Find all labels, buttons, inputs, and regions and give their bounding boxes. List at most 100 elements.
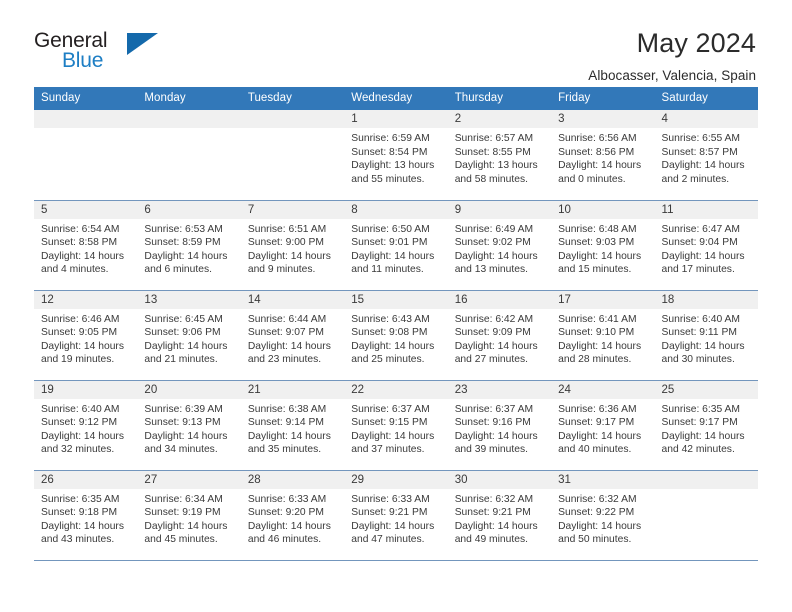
- calendar-day-cell[interactable]: 25 Sunrise: 6:35 AM Sunset: 9:17 PM Dayligh…: [654, 380, 758, 471]
- calendar-day-cell[interactable]: 19 Sunrise: 6:40 AM Sunset: 9:12 PM Dayligh…: [34, 380, 138, 471]
- calendar-day-cell[interactable]: 29 Sunrise: 6:33 AM Sunset: 9:21 PM Dayligh…: [344, 470, 448, 561]
- calendar-day-cell[interactable]: 31 Sunrise: 6:32 AM Sunset: 9:22 PM Dayligh…: [551, 470, 655, 561]
- calendar-day-cell[interactable]: 21 Sunrise: 6:38 AM Sunset: 9:14 PM Dayligh…: [240, 380, 345, 471]
- day-number: 23: [447, 380, 552, 399]
- calendar-day-cell[interactable]: 20 Sunrise: 6:39 AM Sunset: 9:13 PM Dayligh…: [137, 380, 241, 471]
- calendar-day-cell[interactable]: 18 Sunrise: 6:40 AM Sunset: 9:11 PM Dayligh…: [654, 290, 758, 381]
- weekday-header-saturday: Saturday: [654, 87, 758, 110]
- daylight-text-line2: and 46 minutes.: [247, 534, 322, 546]
- day-number: 13: [137, 290, 241, 309]
- calendar-day-cell[interactable]: 7 Sunrise: 6:51 AM Sunset: 9:00 PM Daylight…: [240, 200, 345, 291]
- calendar-day-cell[interactable]: 2 Sunrise: 6:57 AM Sunset: 8:55 PM Daylight…: [447, 110, 552, 201]
- calendar-day-cell[interactable]: 13 Sunrise: 6:45 AM Sunset: 9:06 PM Dayligh…: [137, 290, 241, 381]
- daylight-text-line2: and 13 minutes.: [454, 264, 528, 276]
- calendar-day-cell[interactable]: 5 Sunrise: 6:54 AM Sunset: 8:58 PM Daylight…: [34, 200, 138, 291]
- calendar-day-cell[interactable]: 27 Sunrise: 6:34 AM Sunset: 9:19 PM Dayligh…: [137, 470, 241, 561]
- calendar-day-cell[interactable]: 17 Sunrise: 6:41 AM Sunset: 9:10 PM Dayligh…: [551, 290, 655, 381]
- day-details: Sunrise: 6:55 AM Sunset: 8:57 PM Daylight:…: [655, 128, 758, 186]
- calendar-day-cell[interactable]: 10 Sunrise: 6:48 AM Sunset: 9:03 PM Dayligh…: [551, 200, 655, 291]
- calendar-day-cell[interactable]: 6 Sunrise: 6:53 AM Sunset: 8:59 PM Daylight…: [137, 200, 241, 291]
- calendar-week-row: 26 Sunrise: 6:35 AM Sunset: 9:18 PM Dayligh…: [34, 470, 758, 561]
- day-number: 19: [34, 380, 138, 399]
- sunset-text: Sunset: 8:56 PM: [558, 146, 635, 158]
- daylight-text-line2: and 27 minutes.: [454, 354, 528, 366]
- calendar-day-cell[interactable]: 23 Sunrise: 6:37 AM Sunset: 9:16 PM Dayligh…: [447, 380, 552, 471]
- calendar-day-cell[interactable]: 1 Sunrise: 6:59 AM Sunset: 8:54 PM Daylight…: [344, 110, 448, 201]
- brand-name-blue: Blue: [62, 49, 104, 72]
- calendar-day-cell[interactable]: 28 Sunrise: 6:33 AM Sunset: 9:20 PM Dayligh…: [240, 470, 345, 561]
- sunset-text: Sunset: 9:19 PM: [144, 507, 221, 519]
- calendar-week-row: 1 Sunrise: 6:59 AM Sunset: 8:54 PM Daylight…: [34, 110, 758, 201]
- day-number: 26: [34, 470, 138, 489]
- calendar-day-cell[interactable]: 16 Sunrise: 6:42 AM Sunset: 9:09 PM Dayligh…: [447, 290, 552, 381]
- day-details: Sunrise: 6:49 AM Sunset: 9:02 PM Daylight:…: [448, 219, 551, 277]
- calendar-day-cell[interactable]: 8 Sunrise: 6:50 AM Sunset: 9:01 PM Daylight…: [344, 200, 448, 291]
- sunrise-text: Sunrise: 6:42 AM: [454, 313, 534, 325]
- sunset-text: Sunset: 9:18 PM: [41, 507, 118, 519]
- daylight-text-line1: Daylight: 14 hours: [454, 520, 538, 532]
- daylight-text-line2: and 49 minutes.: [454, 534, 528, 546]
- calendar-day-cell[interactable]: 9 Sunrise: 6:49 AM Sunset: 9:02 PM Daylight…: [447, 200, 552, 291]
- calendar-day-cell[interactable]: 11 Sunrise: 6:47 AM Sunset: 9:04 PM Dayligh…: [654, 200, 758, 291]
- sunset-text: Sunset: 9:13 PM: [144, 417, 221, 429]
- weekday-header-sunday: Sunday: [34, 87, 138, 110]
- daylight-text-line1: Daylight: 14 hours: [661, 250, 745, 262]
- daylight-text-line2: and 28 minutes.: [558, 354, 632, 366]
- daylight-text-line2: and 23 minutes.: [247, 354, 322, 366]
- daylight-text-line2: and 19 minutes.: [41, 354, 115, 366]
- calendar-day-cell[interactable]: 15 Sunrise: 6:43 AM Sunset: 9:08 PM Dayligh…: [344, 290, 448, 381]
- daylight-text-line1: Daylight: 14 hours: [351, 250, 435, 262]
- daylight-text-line2: and 37 minutes.: [351, 444, 425, 456]
- daylight-text-line1: Daylight: 14 hours: [558, 430, 642, 442]
- calendar-day-cell[interactable]: 3 Sunrise: 6:56 AM Sunset: 8:56 PM Daylight…: [551, 110, 655, 201]
- day-details: Sunrise: 6:37 AM Sunset: 9:15 PM Daylight:…: [344, 399, 447, 457]
- calendar-day-cell[interactable]: 30 Sunrise: 6:32 AM Sunset: 9:21 PM Dayligh…: [447, 470, 552, 561]
- day-number: 2: [447, 110, 552, 128]
- sunrise-text: Sunrise: 6:48 AM: [558, 223, 637, 235]
- daylight-text-line2: and 42 minutes.: [661, 444, 735, 456]
- sunset-text: Sunset: 9:14 PM: [247, 417, 324, 429]
- brand-logo[interactable]: General Blue: [34, 28, 164, 76]
- weekday-header-monday: Monday: [137, 87, 241, 110]
- daylight-text-line2: and 9 minutes.: [247, 264, 316, 276]
- day-number: 30: [447, 470, 552, 489]
- day-number: 5: [34, 200, 138, 219]
- daylight-text-line1: Daylight: 14 hours: [351, 340, 435, 352]
- calendar-cell-empty: [654, 470, 758, 561]
- calendar-day-cell[interactable]: 4 Sunrise: 6:55 AM Sunset: 8:57 PM Daylight…: [654, 110, 758, 201]
- day-details: Sunrise: 6:37 AM Sunset: 9:16 PM Daylight:…: [448, 399, 551, 457]
- day-number: 25: [654, 380, 758, 399]
- calendar-day-cell[interactable]: 22 Sunrise: 6:37 AM Sunset: 9:15 PM Dayligh…: [344, 380, 448, 471]
- calendar-day-cell[interactable]: 26 Sunrise: 6:35 AM Sunset: 9:18 PM Dayligh…: [34, 470, 138, 561]
- day-number: 4: [654, 110, 758, 128]
- calendar-table: Sunday Monday Tuesday Wednesday Thursday Frid…: [34, 87, 758, 561]
- sunrise-text: Sunrise: 6:34 AM: [144, 493, 223, 505]
- sunset-text: Sunset: 9:15 PM: [351, 417, 428, 429]
- daylight-text-line1: Daylight: 14 hours: [144, 250, 228, 262]
- calendar-body: 1 Sunrise: 6:59 AM Sunset: 8:54 PM Daylight…: [34, 110, 758, 561]
- daylight-text-line2: and 47 minutes.: [351, 534, 425, 546]
- sunrise-text: Sunrise: 6:54 AM: [41, 223, 120, 235]
- triangle-icon: [127, 33, 158, 55]
- day-details: Sunrise: 6:35 AM Sunset: 9:18 PM Daylight:…: [34, 489, 137, 547]
- calendar-day-cell[interactable]: 24 Sunrise: 6:36 AM Sunset: 9:17 PM Dayligh…: [551, 380, 655, 471]
- day-number: 10: [551, 200, 655, 219]
- calendar-day-cell[interactable]: 14 Sunrise: 6:44 AM Sunset: 9:07 PM Dayligh…: [240, 290, 345, 381]
- daylight-text-line2: and 58 minutes.: [454, 173, 528, 185]
- daylight-text-line2: and 32 minutes.: [41, 444, 115, 456]
- day-details: Sunrise: 6:44 AM Sunset: 9:07 PM Daylight:…: [241, 309, 344, 367]
- calendar-page: General Blue May 2024 Albocasser, Valenc…: [0, 0, 792, 612]
- daylight-text-line2: and 43 minutes.: [41, 534, 115, 546]
- day-details: Sunrise: 6:59 AM Sunset: 8:54 PM Daylight:…: [344, 128, 447, 186]
- sunset-text: Sunset: 9:05 PM: [41, 327, 118, 339]
- daylight-text-line1: Daylight: 14 hours: [454, 250, 538, 262]
- calendar-day-cell[interactable]: 12 Sunrise: 6:46 AM Sunset: 9:05 PM Dayligh…: [34, 290, 138, 381]
- day-number: 7: [240, 200, 345, 219]
- sunset-text: Sunset: 8:59 PM: [144, 237, 221, 249]
- sunset-text: Sunset: 8:57 PM: [661, 146, 738, 158]
- sunset-text: Sunset: 8:55 PM: [454, 146, 531, 158]
- weekday-header-row: Sunday Monday Tuesday Wednesday Thursday Frid…: [34, 87, 758, 110]
- daylight-text-line1: Daylight: 14 hours: [661, 340, 745, 352]
- calendar-cell-empty: [240, 110, 345, 201]
- daylight-text-line2: and 34 minutes.: [144, 444, 218, 456]
